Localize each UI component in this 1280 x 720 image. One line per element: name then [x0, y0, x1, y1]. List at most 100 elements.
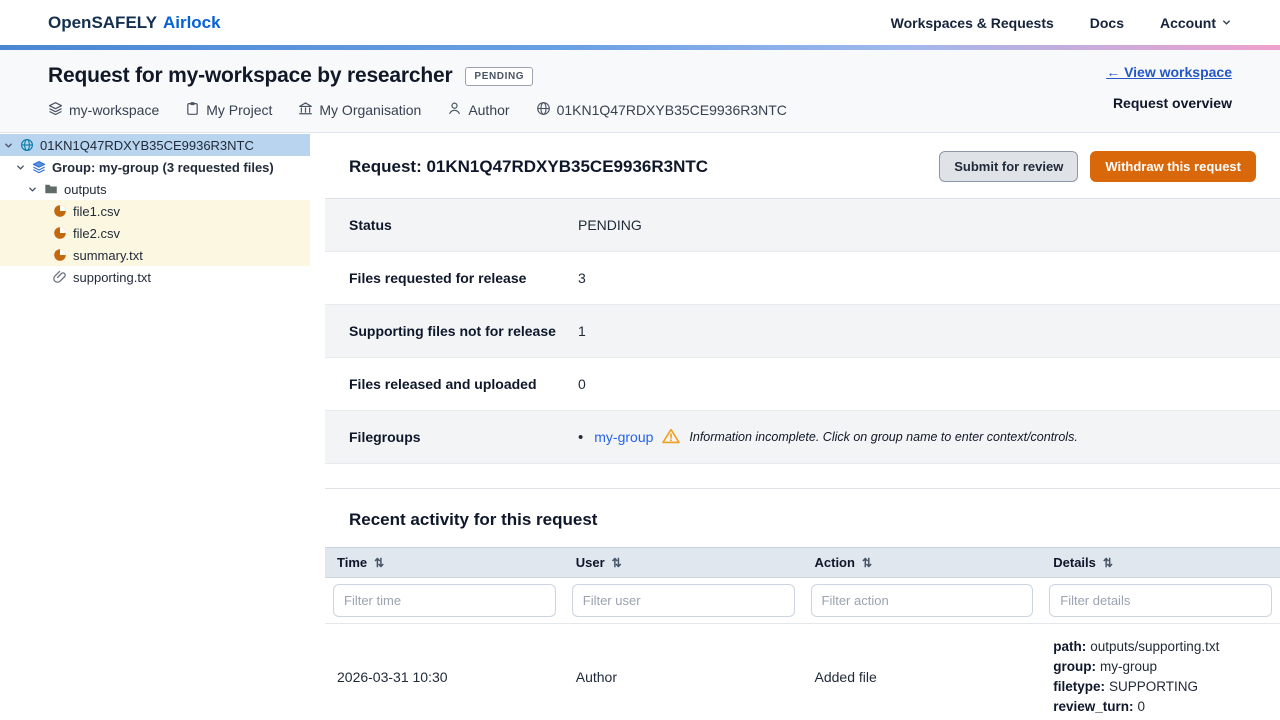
column-header-label: Time — [337, 555, 368, 570]
detail-label: Supporting files not for release — [349, 323, 556, 339]
globe-icon — [19, 138, 35, 152]
project-icon — [185, 101, 200, 119]
detail-row-filegroups: Filegroups my-group Information incomple… — [325, 411, 1280, 464]
breadcrumb: my-workspace My Project My Organisation … — [48, 101, 787, 119]
request-main: Request: 01KN1Q47RDXYB35CE9936R3NTC Subm… — [325, 133, 1280, 720]
column-header-label: User — [575, 555, 605, 570]
output-file-icon — [52, 248, 68, 262]
detail-value: 3 — [578, 270, 586, 286]
request-header-left: Request for my-workspace by researcher P… — [48, 64, 787, 119]
warning-icon — [662, 428, 681, 447]
breadcrumb-organisation-label: My Organisation — [319, 102, 422, 118]
output-file-icon — [52, 204, 68, 218]
nav-workspaces-requests-label: Workspaces & Requests — [890, 14, 1054, 31]
filter-details-input[interactable] — [1049, 584, 1272, 617]
activity-action-cell: Added file — [814, 669, 877, 685]
filegroup-item: my-group Information incomplete. Click o… — [578, 428, 1078, 447]
activity-table-header: Time ⇅ User ⇅ Action ⇅ Details ⇅ — [325, 547, 1280, 578]
nav-account-label: Account — [1160, 14, 1216, 31]
breadcrumb-request-id-label: 01KN1Q47RDXYB35CE9936R3NTC — [556, 102, 787, 118]
column-header-label: Details — [1053, 555, 1096, 570]
tree-node-label: summary.txt — [73, 247, 143, 263]
tree-node-summary[interactable]: summary.txt — [0, 244, 310, 266]
chevron-down-icon — [14, 162, 26, 173]
tree-node-label: file2.csv — [73, 225, 120, 241]
top-nav: OpenSAFELY Airlock Workspaces & Requests… — [0, 0, 1280, 45]
request-overview-label: Request overview — [1112, 95, 1232, 111]
tree-node-group[interactable]: Group: my-group (3 requested files) — [0, 156, 310, 178]
detail-value: PENDING — [578, 217, 642, 233]
tree-node-request-root[interactable]: 01KN1Q47RDXYB35CE9936R3NTC — [0, 134, 310, 156]
breadcrumb-project-label: My Project — [206, 102, 273, 118]
activity-filter-row — [325, 578, 1280, 624]
status-badge: PENDING — [465, 66, 534, 86]
paperclip-icon — [52, 270, 68, 284]
activity-details-cell: path: outputs/supporting.txt group: my-gro… — [1041, 624, 1280, 720]
column-header-label: Action — [814, 555, 855, 570]
tree-node-outputs-folder[interactable]: outputs — [0, 178, 310, 200]
filegroup-warning-text: Information incomplete. Click on group n… — [689, 430, 1078, 444]
detail-label: Filegroups — [349, 429, 421, 445]
nav-docs-label: Docs — [1089, 14, 1124, 31]
tree-node-label: supporting.txt — [73, 269, 152, 285]
column-header-user[interactable]: User ⇅ — [564, 548, 803, 577]
view-workspace-link[interactable]: ← View workspace — [1106, 64, 1232, 80]
request-details-table: Status PENDING Files requested for relea… — [325, 198, 1280, 464]
output-file-icon — [52, 226, 68, 240]
sort-icon: ⇅ — [861, 555, 873, 570]
organisation-icon — [298, 101, 313, 119]
brand-secondary: Airlock — [162, 12, 221, 32]
filegroup-link[interactable]: my-group — [594, 429, 653, 445]
brand-logo[interactable]: OpenSAFELY Airlock — [48, 13, 221, 33]
filter-action-input[interactable] — [810, 584, 1034, 617]
request-heading: Request: 01KN1Q47RDXYB35CE9936R3NTC — [349, 156, 709, 176]
file-tree-sidebar: 01KN1Q47RDXYB35CE9936R3NTC Group: my-gro… — [0, 133, 310, 288]
request-header-right: ← View workspace Request overview — [1106, 64, 1232, 111]
column-header-action[interactable]: Action ⇅ — [803, 548, 1042, 577]
detail-row-status: Status PENDING — [325, 199, 1280, 252]
detail-kv: path: outputs/supporting.txt — [1053, 639, 1220, 654]
breadcrumb-organisation[interactable]: My Organisation — [298, 101, 421, 119]
detail-row-supporting-files: Supporting files not for release 1 — [325, 305, 1280, 358]
tree-node-file2[interactable]: file2.csv — [0, 222, 310, 244]
submit-for-review-button[interactable]: Submit for review — [939, 151, 1079, 182]
column-header-details[interactable]: Details ⇅ — [1041, 548, 1280, 577]
stack-icon — [48, 101, 63, 119]
detail-label: Files released and uploaded — [349, 376, 537, 392]
nav-account[interactable]: Account — [1160, 15, 1232, 31]
tree-node-label: outputs — [64, 181, 107, 197]
chevron-down-icon — [1221, 15, 1232, 31]
breadcrumb-request-id[interactable]: 01KN1Q47RDXYB35CE9936R3NTC — [536, 101, 787, 119]
main-nav: Workspaces & Requests Docs Account — [891, 15, 1232, 31]
tree-node-file1[interactable]: file1.csv — [0, 200, 310, 222]
filter-user-input[interactable] — [571, 584, 795, 617]
detail-row-files-released: Files released and uploaded 0 — [325, 358, 1280, 411]
nav-docs[interactable]: Docs — [1090, 15, 1124, 31]
filter-time-input[interactable] — [333, 584, 556, 617]
nav-workspaces-requests[interactable]: Workspaces & Requests — [891, 15, 1054, 31]
folder-icon — [43, 182, 59, 196]
globe-icon — [536, 101, 551, 119]
sort-icon: ⇅ — [1102, 555, 1113, 570]
chevron-down-icon — [2, 140, 14, 151]
tree-node-label: 01KN1Q47RDXYB35CE9936R3NTC — [40, 137, 254, 153]
detail-label: Files requested for release — [349, 270, 527, 286]
detail-value: 1 — [578, 323, 586, 339]
request-header: Request for my-workspace by researcher P… — [0, 50, 1280, 133]
breadcrumb-project[interactable]: My Project — [185, 101, 272, 119]
activity-heading: Recent activity for this request — [349, 510, 598, 529]
activity-row: 2026-03-31 10:30 Author Added file path:… — [325, 624, 1280, 720]
withdraw-request-button[interactable]: Withdraw this request — [1090, 151, 1256, 182]
page-body: 01KN1Q47RDXYB35CE9936R3NTC Group: my-gro… — [0, 133, 1280, 720]
detail-row-files-requested: Files requested for release 3 — [325, 252, 1280, 305]
user-icon — [447, 101, 462, 119]
column-header-time[interactable]: Time ⇅ — [325, 548, 564, 577]
layers-icon — [31, 160, 47, 174]
sort-icon: ⇅ — [611, 555, 622, 570]
tree-node-supporting[interactable]: supporting.txt — [0, 266, 310, 288]
breadcrumb-workspace[interactable]: my-workspace — [48, 101, 159, 119]
breadcrumb-author[interactable]: Author — [447, 101, 510, 119]
page-title: Request for my-workspace by researcher — [48, 64, 453, 87]
brand-primary: OpenSAFELY — [48, 12, 157, 32]
sort-icon: ⇅ — [374, 555, 385, 570]
